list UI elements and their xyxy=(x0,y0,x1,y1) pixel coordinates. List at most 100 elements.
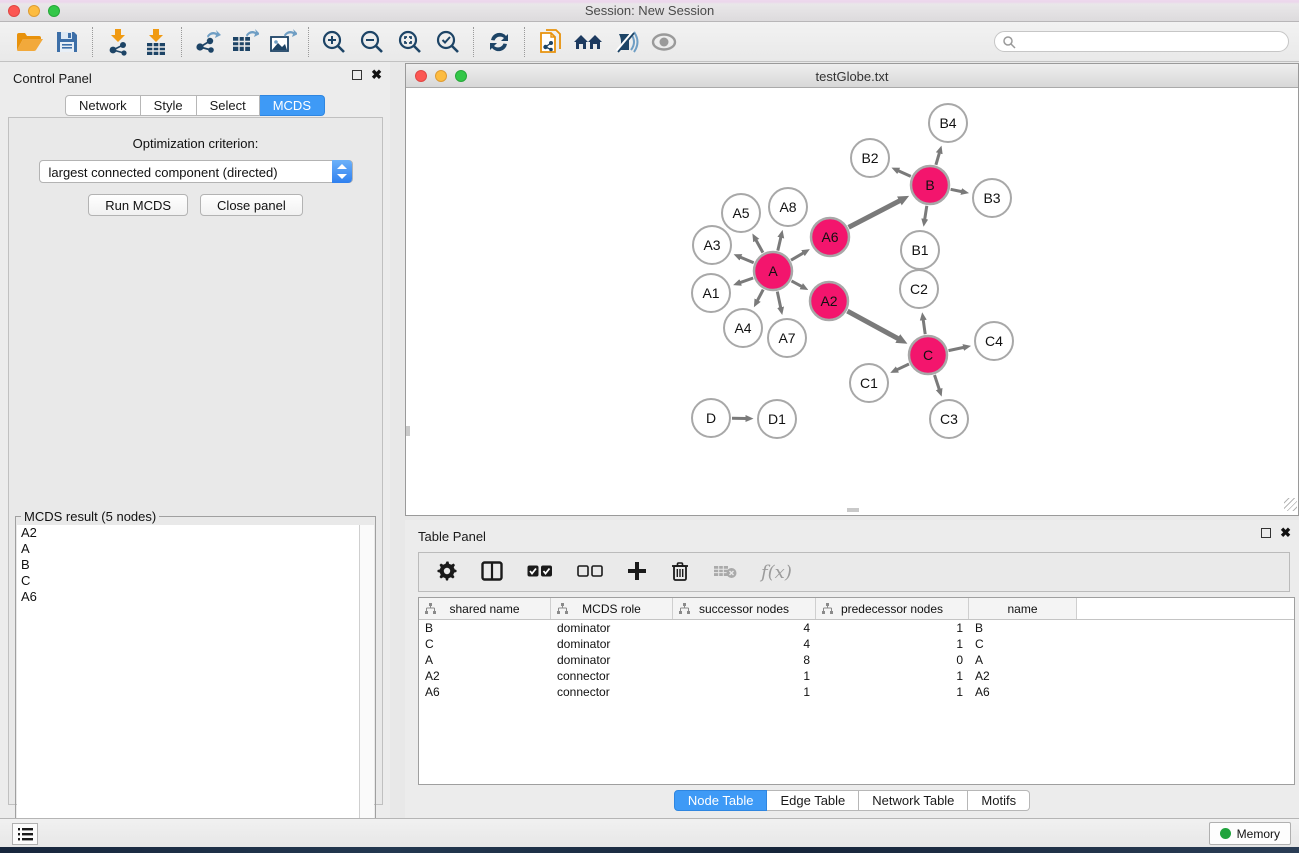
vertical-scrollbar-thumb[interactable] xyxy=(406,426,410,436)
node-B[interactable]: B xyxy=(911,166,949,204)
node-A4[interactable]: A4 xyxy=(724,309,762,347)
zoom-out-icon[interactable] xyxy=(353,25,391,59)
node-A[interactable]: A xyxy=(754,252,792,290)
horizontal-scrollbar-thumb[interactable] xyxy=(847,508,859,512)
table-row[interactable]: Bdominator41B xyxy=(419,620,1294,636)
node-B3[interactable]: B3 xyxy=(973,179,1011,217)
table-float-panel-icon[interactable] xyxy=(1261,528,1271,538)
edge-A-A8[interactable] xyxy=(778,237,781,250)
network-graph[interactable]: A A1 A3 A4 A5 A7 A8A6 A2 B B1 B2 B3B4 C C1 C2 C3 C4 D D1 xyxy=(406,88,1298,512)
node-D1[interactable]: D1 xyxy=(758,400,796,438)
edge-C-C2[interactable] xyxy=(923,320,925,335)
save-session-icon[interactable] xyxy=(48,25,86,59)
edge-B-B4[interactable] xyxy=(936,153,940,165)
node-A7[interactable]: A7 xyxy=(768,319,806,357)
table-row[interactable]: Adominator80A xyxy=(419,652,1294,668)
delete-column-trash-icon[interactable] xyxy=(671,561,689,584)
edge-A-A4[interactable] xyxy=(757,290,763,301)
tab-node-table[interactable]: Node Table xyxy=(674,790,768,811)
export-table-icon[interactable] xyxy=(226,25,264,59)
edge-A-A2[interactable] xyxy=(792,281,802,287)
select-all-icon[interactable] xyxy=(527,564,553,581)
node-C2[interactable]: C2 xyxy=(900,270,938,308)
result-item[interactable]: A2 xyxy=(17,525,359,541)
node-D[interactable]: D xyxy=(692,399,730,437)
task-history-button[interactable] xyxy=(12,823,38,845)
add-column-icon[interactable] xyxy=(627,561,647,584)
edge-A-A3[interactable] xyxy=(741,257,754,263)
tab-mcds[interactable]: MCDS xyxy=(260,95,325,116)
column-header-predecessor-nodes[interactable]: predecessor nodes xyxy=(816,598,969,619)
home-icon[interactable] xyxy=(569,25,607,59)
column-header-shared-name[interactable]: shared name xyxy=(419,598,551,619)
settings-gear-icon[interactable] xyxy=(437,561,457,584)
node-A5[interactable]: A5 xyxy=(722,194,760,232)
float-panel-icon[interactable] xyxy=(352,70,362,80)
node-B4[interactable]: B4 xyxy=(929,104,967,142)
edge-A-A7[interactable] xyxy=(777,292,780,308)
node-A1[interactable]: A1 xyxy=(692,274,730,312)
column-header-name[interactable]: name xyxy=(969,598,1077,619)
clone-network-icon[interactable] xyxy=(531,25,569,59)
export-image-icon[interactable] xyxy=(264,25,302,59)
import-table-icon[interactable] xyxy=(137,25,175,59)
tab-network-table[interactable]: Network Table xyxy=(859,790,968,811)
edge-A-A1[interactable] xyxy=(740,278,753,283)
node-A8[interactable]: A8 xyxy=(769,188,807,226)
edge-C-C3[interactable] xyxy=(935,375,940,390)
show-hidden-eye-icon[interactable] xyxy=(645,25,683,59)
split-view-icon[interactable] xyxy=(481,561,503,584)
export-network-icon[interactable] xyxy=(188,25,226,59)
tab-style[interactable]: Style xyxy=(141,95,197,116)
hide-labels-icon[interactable] xyxy=(607,25,645,59)
open-session-icon[interactable] xyxy=(10,25,48,59)
criterion-dropdown[interactable]: largest connected component (directed) xyxy=(39,160,353,183)
edge-C-C4[interactable] xyxy=(949,347,964,350)
node-A2[interactable]: A2 xyxy=(810,282,848,320)
column-header-MCDS-role[interactable]: MCDS role xyxy=(551,598,673,619)
zoom-selected-icon[interactable] xyxy=(429,25,467,59)
mcds-result-list[interactable]: A2ABCA6 xyxy=(17,525,360,853)
edge-A6-B[interactable] xyxy=(849,201,900,228)
tab-select[interactable]: Select xyxy=(197,95,260,116)
table-row[interactable]: A6connector11A6 xyxy=(419,684,1294,700)
node-table[interactable]: shared nameMCDS rolesuccessor nodesprede… xyxy=(418,597,1295,785)
run-mcds-button[interactable]: Run MCDS xyxy=(88,194,188,216)
edge-A2-C[interactable] xyxy=(847,311,898,339)
edge-B-B1[interactable] xyxy=(925,206,927,220)
deselect-all-icon[interactable] xyxy=(577,564,603,581)
node-A6[interactable]: A6 xyxy=(811,218,849,256)
result-item[interactable]: C xyxy=(17,573,359,589)
result-item[interactable]: A6 xyxy=(17,589,359,605)
close-panel-icon[interactable]: ✖ xyxy=(371,70,382,80)
resize-grip-icon[interactable] xyxy=(1284,498,1297,511)
close-panel-button[interactable]: Close panel xyxy=(200,194,303,216)
node-B1[interactable]: B1 xyxy=(901,231,939,269)
tab-edge-table[interactable]: Edge Table xyxy=(767,790,859,811)
network-canvas[interactable]: A A1 A3 A4 A5 A7 A8A6 A2 B B1 B2 B3B4 C C1 C2 C3 C4 D D1 xyxy=(406,88,1298,512)
edge-C-C1[interactable] xyxy=(897,364,909,370)
node-C1[interactable]: C1 xyxy=(850,364,888,402)
table-row[interactable]: A2connector11A2 xyxy=(419,668,1294,684)
tab-network[interactable]: Network xyxy=(65,95,141,116)
result-scrollbar[interactable] xyxy=(360,525,374,853)
edge-A-A5[interactable] xyxy=(756,240,763,253)
table-close-panel-icon[interactable]: ✖ xyxy=(1280,528,1291,538)
edge-A-A6[interactable] xyxy=(791,253,803,260)
edge-B-B2[interactable] xyxy=(898,171,911,177)
zoom-in-icon[interactable] xyxy=(315,25,353,59)
column-header-successor-nodes[interactable]: successor nodes xyxy=(673,598,816,619)
node-C[interactable]: C xyxy=(909,336,947,374)
node-C3[interactable]: C3 xyxy=(930,400,968,438)
memory-button[interactable]: Memory xyxy=(1209,822,1291,845)
node-A3[interactable]: A3 xyxy=(693,226,731,264)
zoom-fit-icon[interactable] xyxy=(391,25,429,59)
node-C4[interactable]: C4 xyxy=(975,322,1013,360)
result-item[interactable]: B xyxy=(17,557,359,573)
tab-motifs[interactable]: Motifs xyxy=(968,790,1030,811)
edge-B-B3[interactable] xyxy=(951,189,962,191)
node-B2[interactable]: B2 xyxy=(851,139,889,177)
import-network-icon[interactable] xyxy=(99,25,137,59)
table-row[interactable]: Cdominator41C xyxy=(419,636,1294,652)
search-input[interactable] xyxy=(994,31,1289,52)
